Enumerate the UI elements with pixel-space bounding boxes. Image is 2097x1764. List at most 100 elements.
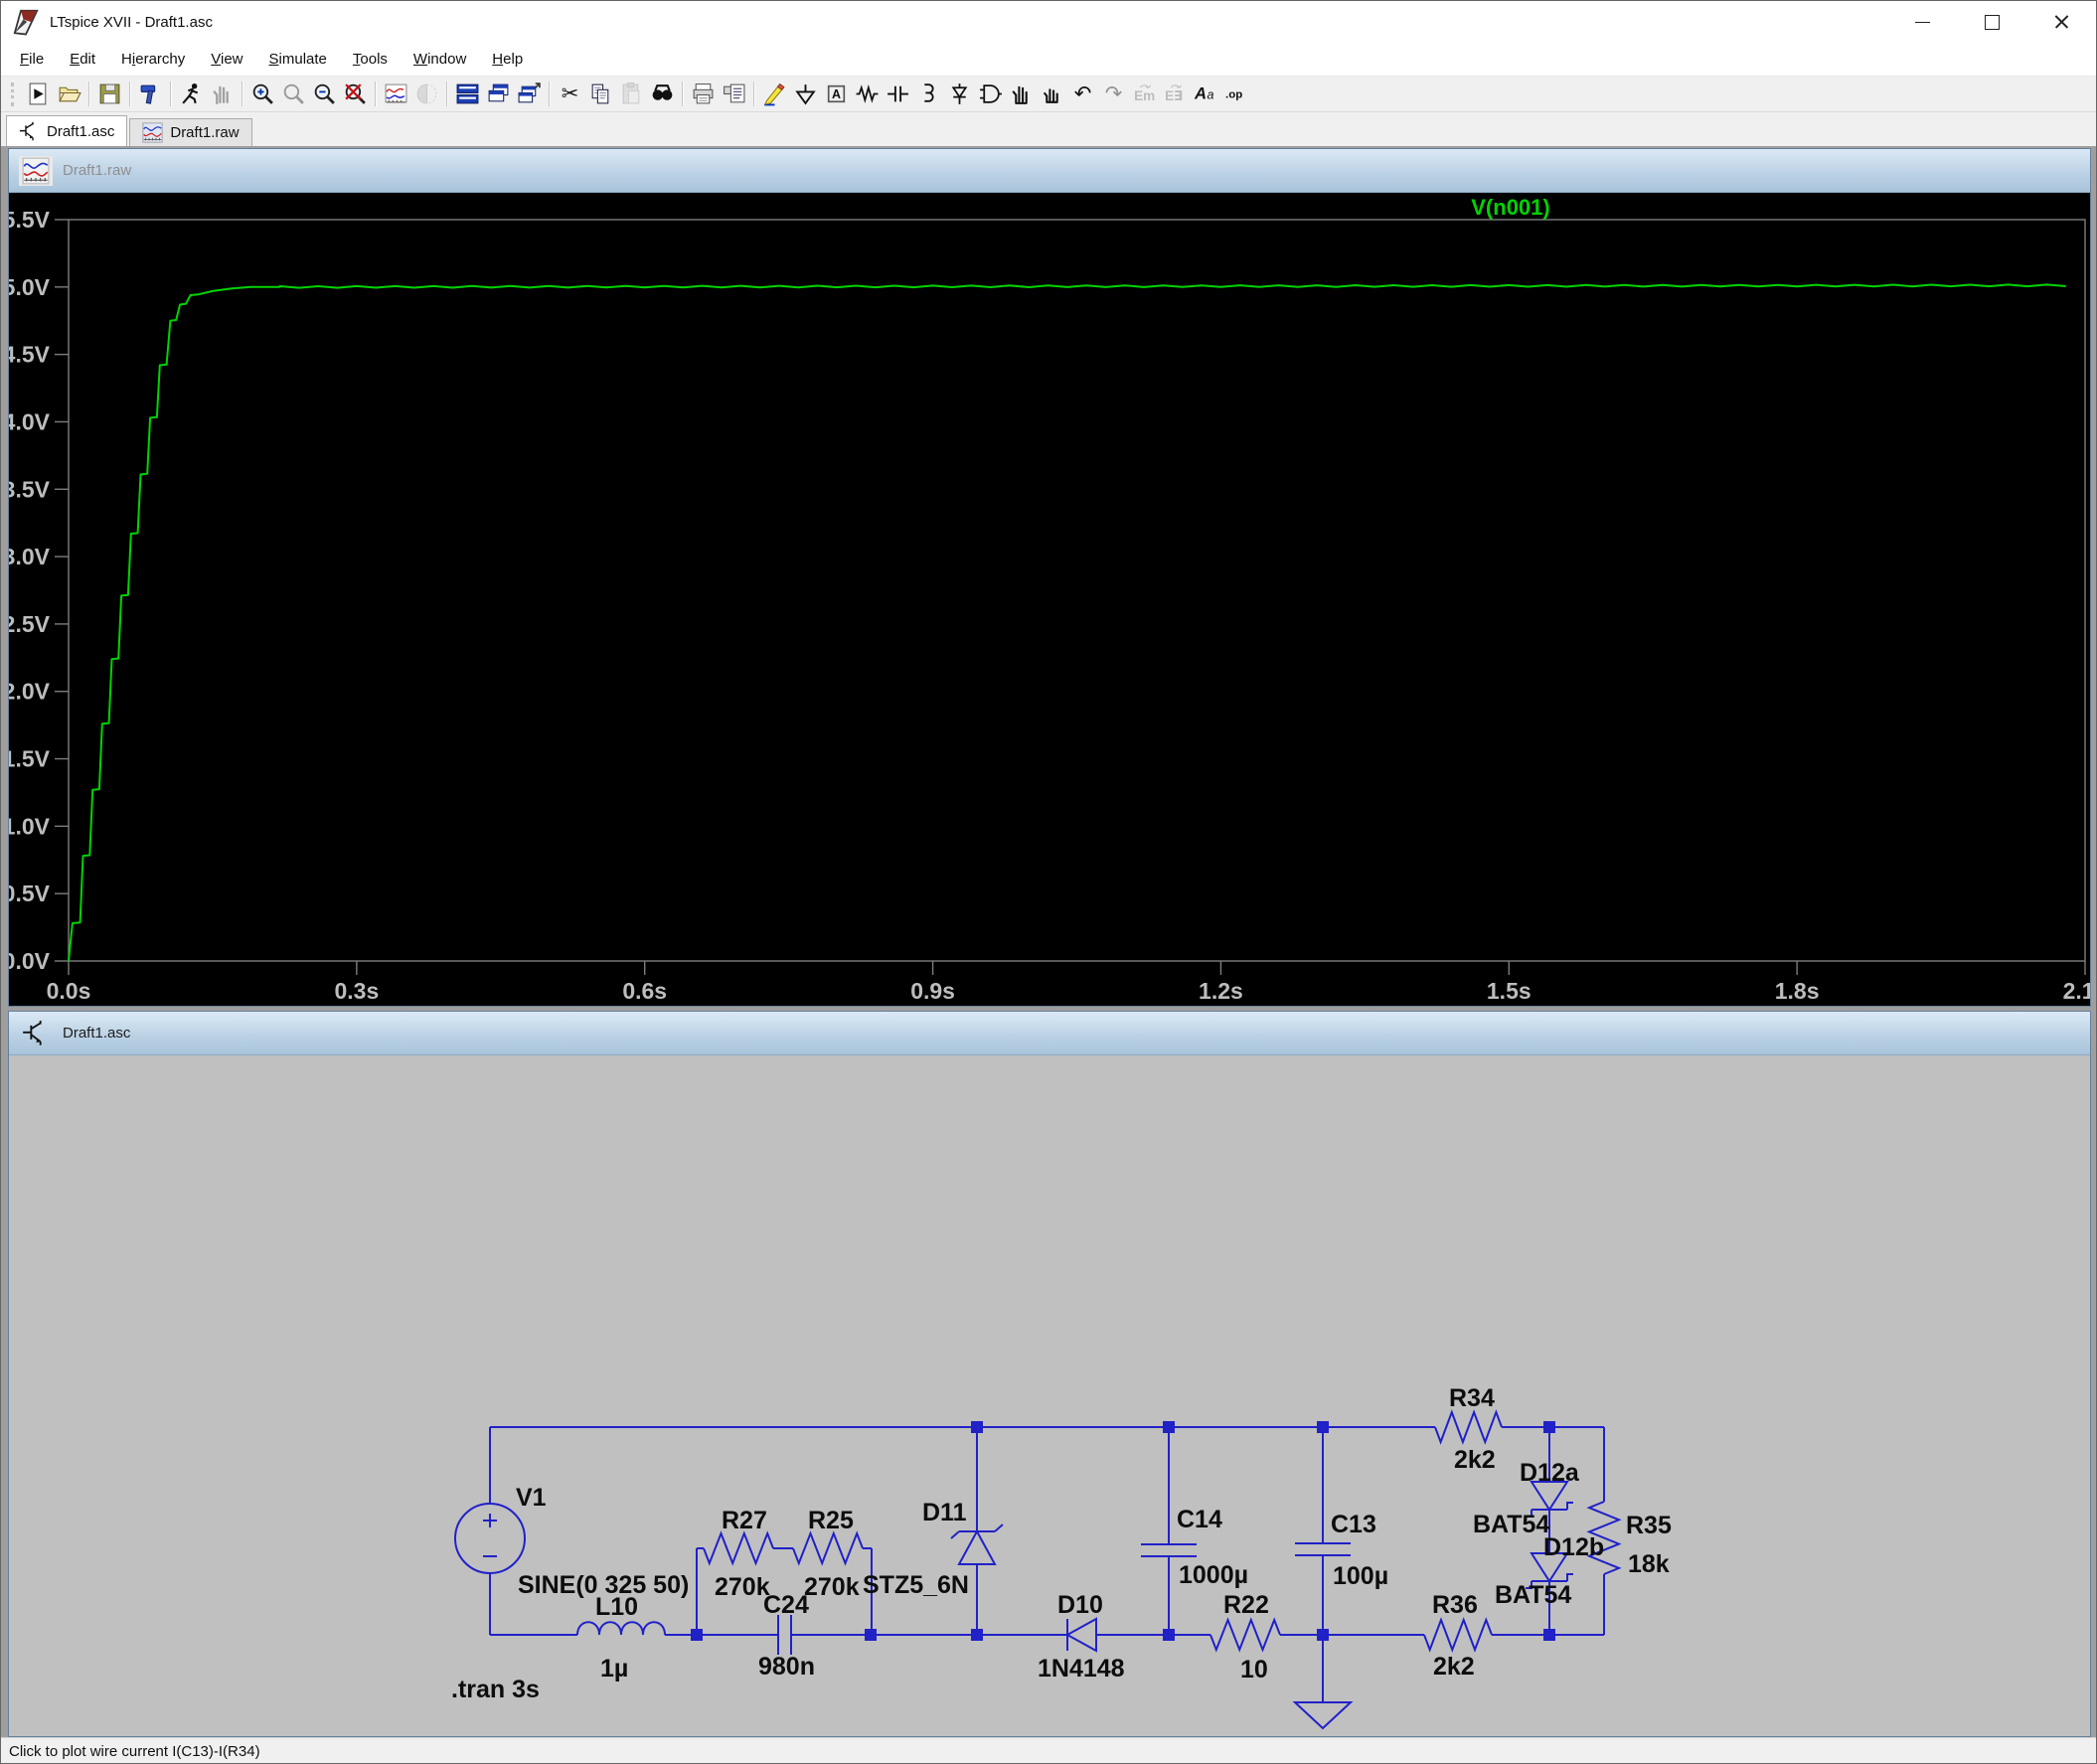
waveform-plot-area[interactable]: 5.5V5.0V4.5V4.0V3.5V3.0V2.5V2.0V1.5V1.0V… xyxy=(9,193,2090,1006)
label-C13-ref[interactable]: C13 xyxy=(1331,1512,1376,1537)
save-button[interactable] xyxy=(94,80,125,109)
menu-help[interactable]: Help xyxy=(479,51,536,68)
waveform-window: Draft1.raw 5.5V5.0V4.5V4.0V3.5V3.0V2.5V2… xyxy=(8,148,2091,1007)
maximize-button[interactable] xyxy=(1957,1,2026,43)
label-R22-value[interactable]: 10 xyxy=(1240,1657,1268,1683)
zoom-in-icon xyxy=(250,81,275,106)
tab-draft1.raw[interactable]: Draft1.raw xyxy=(129,118,251,146)
y-tick-label: 2.5V xyxy=(9,611,51,637)
label-V1-ref[interactable]: V1 xyxy=(516,1485,547,1511)
label-D12a-value[interactable]: BAT54 xyxy=(1473,1512,1549,1537)
zoom-out-button[interactable] xyxy=(309,80,340,109)
tile-button[interactable] xyxy=(452,80,483,109)
wire-button[interactable] xyxy=(759,80,790,109)
label-C14-value[interactable]: 1000µ xyxy=(1179,1562,1248,1588)
inductor-button[interactable] xyxy=(913,80,944,109)
schematic-icon xyxy=(19,121,40,142)
toolbar-separator xyxy=(129,81,131,106)
label-R35-value[interactable]: 18k xyxy=(1628,1551,1670,1577)
zoom-full-icon xyxy=(343,81,368,106)
label-R34-value[interactable]: 2k2 xyxy=(1454,1447,1496,1473)
diode-button[interactable] xyxy=(944,80,975,109)
diode-icon xyxy=(947,81,972,106)
ground-icon xyxy=(793,81,818,106)
text-button[interactable]: Aa xyxy=(1191,80,1221,109)
spice-directive-button[interactable]: .op xyxy=(1221,80,1252,109)
trace-legend[interactable]: V(n001) xyxy=(1446,195,1575,221)
close-icon xyxy=(2054,15,2069,30)
run-button[interactable] xyxy=(23,80,54,109)
cascade-arrange-button[interactable] xyxy=(514,80,545,109)
print-preview-button[interactable] xyxy=(719,80,749,109)
label-button[interactable]: A xyxy=(821,80,852,109)
schematic-drawing xyxy=(9,1055,2090,1736)
menu-tools[interactable]: Tools xyxy=(340,51,401,68)
label-C24-ref[interactable]: C24 xyxy=(763,1592,809,1618)
label-R34-ref[interactable]: R34 xyxy=(1449,1385,1495,1411)
paste-icon xyxy=(619,81,644,106)
component-button[interactable] xyxy=(975,80,1006,109)
spice-directive-text[interactable]: .tran 3s xyxy=(451,1677,540,1702)
label-L10-ref[interactable]: L10 xyxy=(595,1594,638,1620)
y-tick-label: 3.5V xyxy=(9,476,51,502)
menu-hierarchy[interactable]: Hierarchy xyxy=(108,51,198,68)
find-button[interactable] xyxy=(647,80,678,109)
label-R25-value[interactable]: 270k xyxy=(804,1574,860,1600)
V1-polarity-marks xyxy=(483,1514,497,1556)
menu-simulate[interactable]: Simulate xyxy=(256,51,340,68)
zoom-full-button[interactable] xyxy=(340,80,371,109)
y-tick-label: 4.5V xyxy=(9,342,51,368)
cascade-arrange-icon xyxy=(517,81,542,106)
label-R36-ref[interactable]: R36 xyxy=(1432,1592,1478,1618)
label-L10-value[interactable]: 1µ xyxy=(600,1656,628,1682)
toolbar-separator xyxy=(88,81,90,106)
ground-button[interactable] xyxy=(790,80,821,109)
cut-button[interactable]: ✂ xyxy=(555,80,585,109)
waveform-window-titlebar[interactable]: Draft1.raw xyxy=(9,149,2090,193)
copy-button[interactable] xyxy=(585,80,616,109)
label-D12b-value[interactable]: BAT54 xyxy=(1495,1582,1571,1608)
menu-file[interactable]: File xyxy=(7,51,57,68)
menu-edit[interactable]: Edit xyxy=(57,51,108,68)
label-R25-ref[interactable]: R25 xyxy=(808,1508,854,1533)
label-D12b-ref[interactable]: D12b xyxy=(1543,1534,1604,1560)
label-C13-value[interactable]: 100µ xyxy=(1333,1563,1388,1589)
resistor-button[interactable] xyxy=(852,80,883,109)
move-button[interactable] xyxy=(1006,80,1037,109)
label-D10-ref[interactable]: D10 xyxy=(1057,1592,1103,1618)
schematic-window-titlebar[interactable]: Draft1.asc xyxy=(9,1012,2090,1055)
label-R27-value[interactable]: 270k xyxy=(715,1574,770,1600)
label-D12a-ref[interactable]: D12a xyxy=(1520,1460,1579,1486)
menu-view[interactable]: View xyxy=(198,51,255,68)
control-panel-button[interactable] xyxy=(135,80,166,109)
halt-button[interactable] xyxy=(176,80,207,109)
capacitor-button[interactable] xyxy=(883,80,913,109)
label-R36-value[interactable]: 2k2 xyxy=(1433,1654,1475,1680)
minimize-button[interactable] xyxy=(1887,1,1957,43)
tab-draft1.asc[interactable]: Draft1.asc xyxy=(6,115,127,146)
print-button[interactable] xyxy=(688,80,719,109)
label-R27-ref[interactable]: R27 xyxy=(722,1508,767,1533)
close-button[interactable] xyxy=(2026,1,2096,43)
save-icon xyxy=(97,81,122,106)
undo-button[interactable]: ↶ xyxy=(1067,80,1098,109)
autorange-button[interactable] xyxy=(381,80,411,109)
label-D11-value[interactable]: STZ5_6N xyxy=(863,1572,969,1598)
label-R22-ref[interactable]: R22 xyxy=(1223,1592,1269,1618)
label-D10-value[interactable]: 1N4148 xyxy=(1038,1656,1125,1682)
junction xyxy=(1543,1629,1555,1641)
drag-button[interactable] xyxy=(1037,80,1067,109)
open-button[interactable] xyxy=(54,80,84,109)
menu-window[interactable]: Window xyxy=(401,51,479,68)
waveform-icon xyxy=(142,122,163,143)
label-D11-ref[interactable]: D11 xyxy=(922,1500,966,1525)
label-R35-ref[interactable]: R35 xyxy=(1626,1513,1672,1538)
cascade-button[interactable] xyxy=(483,80,514,109)
zoom-in-button[interactable] xyxy=(247,80,278,109)
toolbar-separator xyxy=(549,81,551,106)
x-tick-label: 0.9s xyxy=(910,978,955,1004)
mirror-button: Em xyxy=(1129,80,1160,109)
schematic-canvas[interactable]: V1SINE(0 325 50)L101µR27270kR25270kC2498… xyxy=(9,1055,2090,1736)
label-C24-value[interactable]: 980n xyxy=(758,1654,815,1680)
label-C14-ref[interactable]: C14 xyxy=(1177,1507,1222,1532)
